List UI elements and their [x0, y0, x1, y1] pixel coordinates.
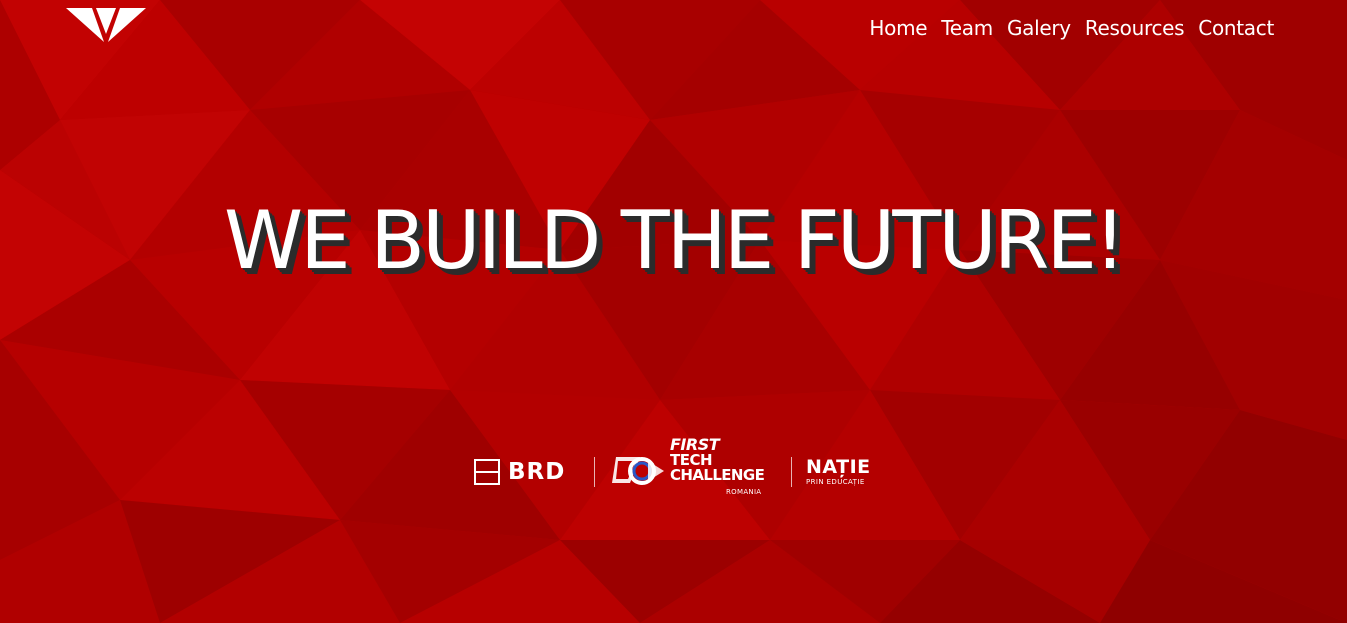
low-poly-background: [0, 0, 1347, 623]
natie-sponsor-logo[interactable]: NAȚIE PRIN EDUCAȚIE: [806, 457, 871, 487]
nav-galery-link[interactable]: Galery: [1007, 14, 1071, 42]
ftc-challenge-label: CHALLENGE: [670, 466, 765, 484]
natie-subtitle-label: PRIN EDUCAȚIE: [806, 478, 865, 486]
nav-contact-link[interactable]: Contact: [1198, 14, 1274, 42]
team-logo-icon[interactable]: [66, 8, 146, 44]
brd-square-icon: [474, 459, 500, 485]
brd-sponsor-logo[interactable]: BRD: [474, 457, 565, 487]
sponsor-logos: BRD FIRST TECH CHALLENGE ROMANIA NAȚIE P…: [474, 437, 878, 499]
ftc-logo-icon[interactable]: [610, 453, 666, 487]
nav-team-link[interactable]: Team: [941, 14, 993, 42]
brd-label: BRD: [508, 459, 566, 485]
natie-title-label: NAȚIE: [806, 456, 871, 478]
nav-resources-link[interactable]: Resources: [1085, 14, 1185, 42]
hero-headline: WE BUILD THE FUTURE!: [224, 194, 1126, 287]
nav-home-link[interactable]: Home: [869, 14, 927, 42]
ftc-wordmark: FIRST TECH CHALLENGE: [670, 437, 765, 484]
ftc-romania-label: ROMANIA: [726, 488, 762, 496]
sponsor-divider: [594, 457, 595, 487]
main-nav: Home Team Galery Resources Contact: [855, 14, 1274, 42]
hero-section: Home Team Galery Resources Contact WE BU…: [0, 0, 1347, 623]
sponsor-divider: [791, 457, 792, 487]
